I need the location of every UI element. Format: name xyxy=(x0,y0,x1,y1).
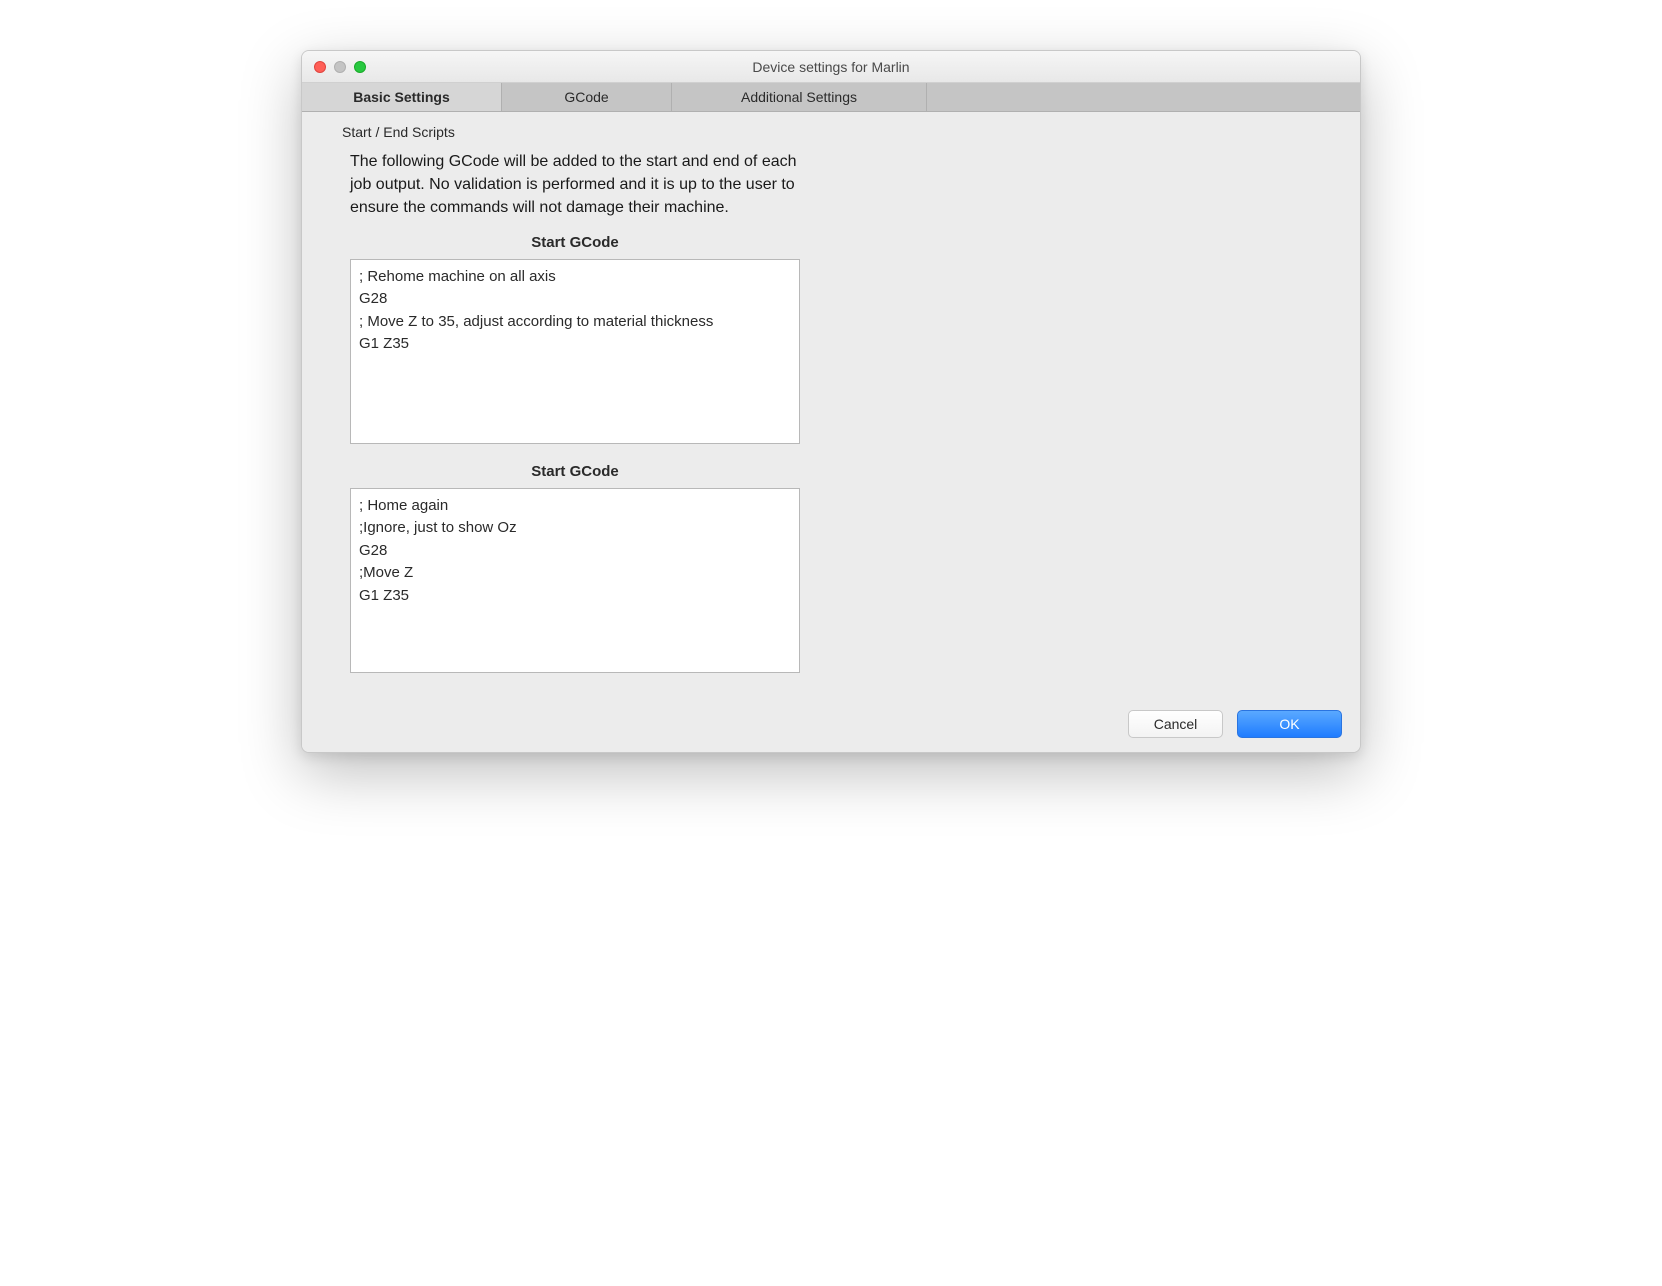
start-gcode-label: Start GCode xyxy=(350,234,800,251)
content-area: Start / End Scripts The following GCode … xyxy=(302,112,1360,752)
tab-additional-settings[interactable]: Additional Settings xyxy=(672,83,927,111)
section-label: Start / End Scripts xyxy=(342,120,1320,150)
titlebar: Device settings for Marlin xyxy=(302,51,1360,83)
section-description: The following GCode will be added to the… xyxy=(350,150,810,220)
window-controls xyxy=(302,61,366,73)
end-gcode-input[interactable] xyxy=(350,488,800,673)
end-gcode-block: Start GCode xyxy=(350,463,800,678)
zoom-icon[interactable] xyxy=(354,61,366,73)
cancel-button[interactable]: Cancel xyxy=(1128,710,1223,738)
end-gcode-label: Start GCode xyxy=(350,463,800,480)
minimize-icon xyxy=(334,61,346,73)
start-gcode-block: Start GCode xyxy=(350,234,800,449)
ok-button[interactable]: OK xyxy=(1237,710,1342,738)
tab-filler xyxy=(927,83,1360,111)
tab-gcode[interactable]: GCode xyxy=(502,83,672,111)
window-title: Device settings for Marlin xyxy=(302,59,1360,75)
dialog-window: Device settings for Marlin Basic Setting… xyxy=(301,50,1361,753)
tab-basic-settings[interactable]: Basic Settings xyxy=(302,83,502,111)
close-icon[interactable] xyxy=(314,61,326,73)
start-gcode-input[interactable] xyxy=(350,259,800,444)
tab-bar: Basic Settings GCode Additional Settings xyxy=(302,83,1360,112)
dialog-footer: Cancel OK xyxy=(1128,710,1342,738)
